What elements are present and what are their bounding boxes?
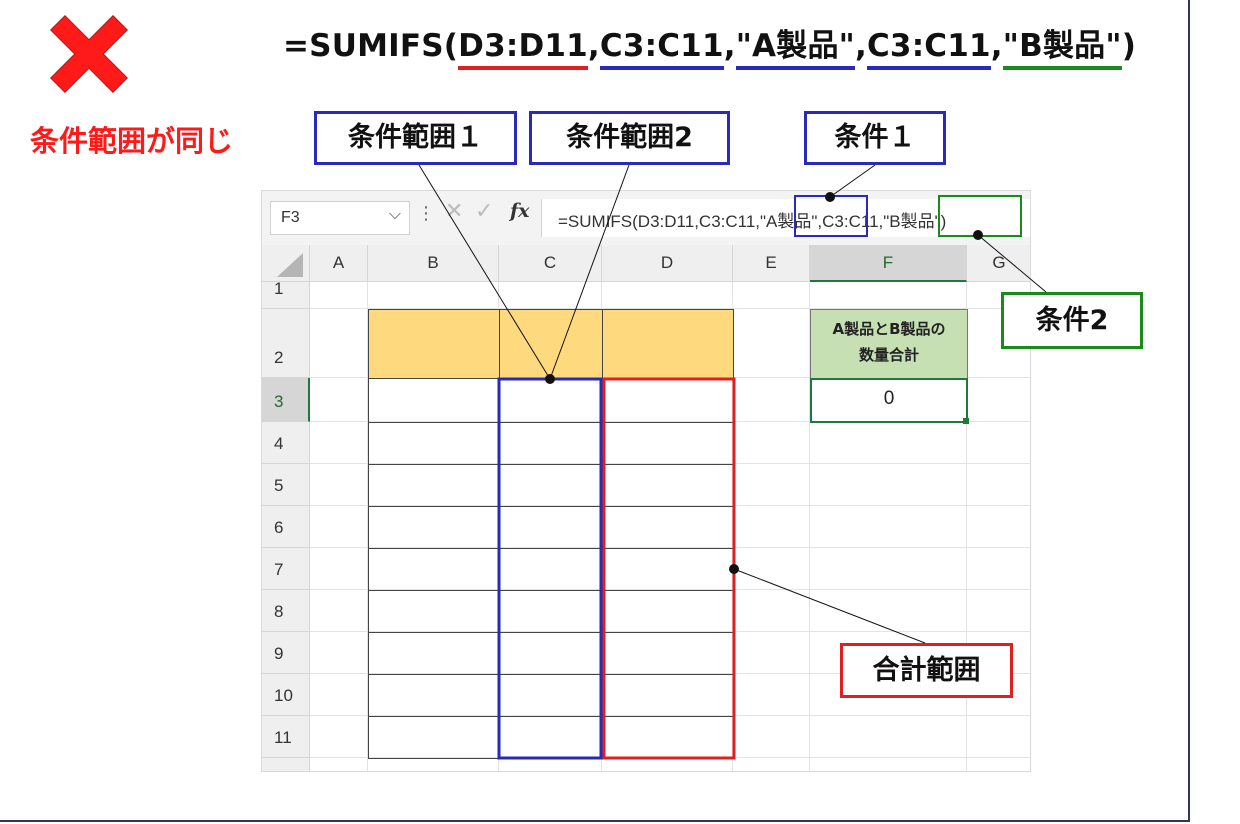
callout-criteria-range-2: 条件範囲2 [529,111,730,165]
quantity-cell[interactable] [602,548,734,591]
column-header-b[interactable]: B [368,245,499,282]
item-code-cell[interactable] [368,506,500,549]
enter-check-icon[interactable]: ✓ [475,199,493,224]
formula-token: D3:D11 [458,26,588,70]
formula-token: , [723,28,736,64]
column-header-a[interactable]: A [310,245,368,282]
cancel-icon[interactable]: ✕ [445,199,463,224]
item-code-cell[interactable] [368,422,500,465]
category-cell[interactable] [499,548,603,591]
select-all-triangle-icon [276,253,303,277]
select-all-corner[interactable] [262,245,310,282]
category-cell[interactable] [499,506,603,549]
result-header-line: 数量合計 [858,346,919,364]
name-box[interactable]: F3 ⌵ [270,201,410,235]
insert-function-icon[interactable]: fx [510,200,530,222]
chevron-down-icon[interactable]: ⌵ [389,206,401,224]
column-header-d[interactable]: D [602,245,733,282]
row-header-3[interactable]: 3 [262,378,310,422]
callout-sum-range: 合計範囲 [840,643,1013,698]
fill-handle[interactable] [963,418,969,424]
category-cell[interactable] [499,378,603,423]
item-code-cell[interactable] [368,464,500,507]
item-code-cell[interactable] [368,378,500,423]
formula-token: C3:C11 [599,26,724,70]
item-code-cell[interactable] [368,590,500,633]
row-header-7[interactable]: 7 [262,548,310,590]
formula-input[interactable]: =SUMIFS(D3:D11,C3:C11,"A製品",C3:C11,"B製品"… [541,199,1030,237]
item-code-cell[interactable] [368,674,500,717]
item-code-cell[interactable] [368,632,500,675]
row-header-8[interactable]: 8 [262,590,310,632]
category-cell[interactable] [499,674,603,717]
formula-token: =SUMIFS( [283,28,459,64]
row-header-10[interactable]: 10 [262,674,310,716]
result-header-cell: A製品とB製品の 数量合計 [810,309,968,379]
formula-token: "B製品" [1002,26,1122,70]
row-header-4[interactable]: 4 [262,422,310,464]
formula-token: ) [1121,28,1137,64]
row-header-6[interactable]: 6 [262,506,310,548]
quantity-cell[interactable] [602,674,734,717]
category-cell[interactable] [499,590,603,633]
quantity-cell[interactable] [602,378,734,423]
row-header-stub [262,758,310,771]
row-header-5[interactable]: 5 [262,464,310,506]
category-cell[interactable] [499,632,603,675]
row-header-11[interactable]: 11 [262,716,310,758]
table-header-cell [602,309,734,379]
callout-criteria-1: 条件１ [804,111,946,165]
quantity-cell[interactable] [602,506,734,549]
row-header-2[interactable]: 2 [262,309,310,378]
column-header-e[interactable]: E [733,245,810,282]
callout-criteria-range-1: 条件範囲１ [314,111,517,165]
quantity-cell[interactable] [602,716,734,759]
category-cell[interactable] [499,716,603,759]
column-header-c[interactable]: C [499,245,602,282]
column-header-f[interactable]: F [810,245,967,282]
row-header-1[interactable]: 1 [262,280,310,309]
warning-text: 条件範囲が同じ [30,124,234,158]
quantity-cell[interactable] [602,632,734,675]
quantity-cell[interactable] [602,590,734,633]
formula-token: "A製品" [735,26,855,70]
result-header-line: A製品とB製品の [832,320,946,338]
category-cell[interactable] [499,422,603,465]
x-cross-icon [50,15,128,93]
table-header-cell [499,309,603,379]
table-header-cell [368,309,500,379]
column-header-g[interactable]: G [967,245,1030,282]
quantity-cell[interactable] [602,422,734,465]
formula-text: =SUMIFS(D3:D11,C3:C11,"A製品",C3:C11,"B製品"… [558,212,947,231]
formula-token: C3:C11 [866,26,991,70]
formula-heading: =SUMIFS(D3:D11,C3:C11,"A製品",C3:C11,"B製品"… [283,26,1136,70]
name-box-value: F3 [281,209,300,226]
item-code-cell[interactable] [368,716,500,759]
result-value-cell[interactable]: 0 [810,378,968,423]
formula-token: , [990,28,1003,64]
callout-criteria-2: 条件2 [1001,292,1143,349]
formula-token: , [855,28,867,64]
more-options-icon[interactable]: ⋮ [417,203,435,224]
formula-token: , [587,28,600,64]
category-cell[interactable] [499,464,603,507]
item-code-cell[interactable] [368,548,500,591]
row-header-9[interactable]: 9 [262,632,310,674]
quantity-cell[interactable] [602,464,734,507]
formula-bar: F3 ⌵ ⋮ ✕ ✓ fx =SUMIFS(D3:D11,C3:C11,"A製品… [262,191,1030,245]
